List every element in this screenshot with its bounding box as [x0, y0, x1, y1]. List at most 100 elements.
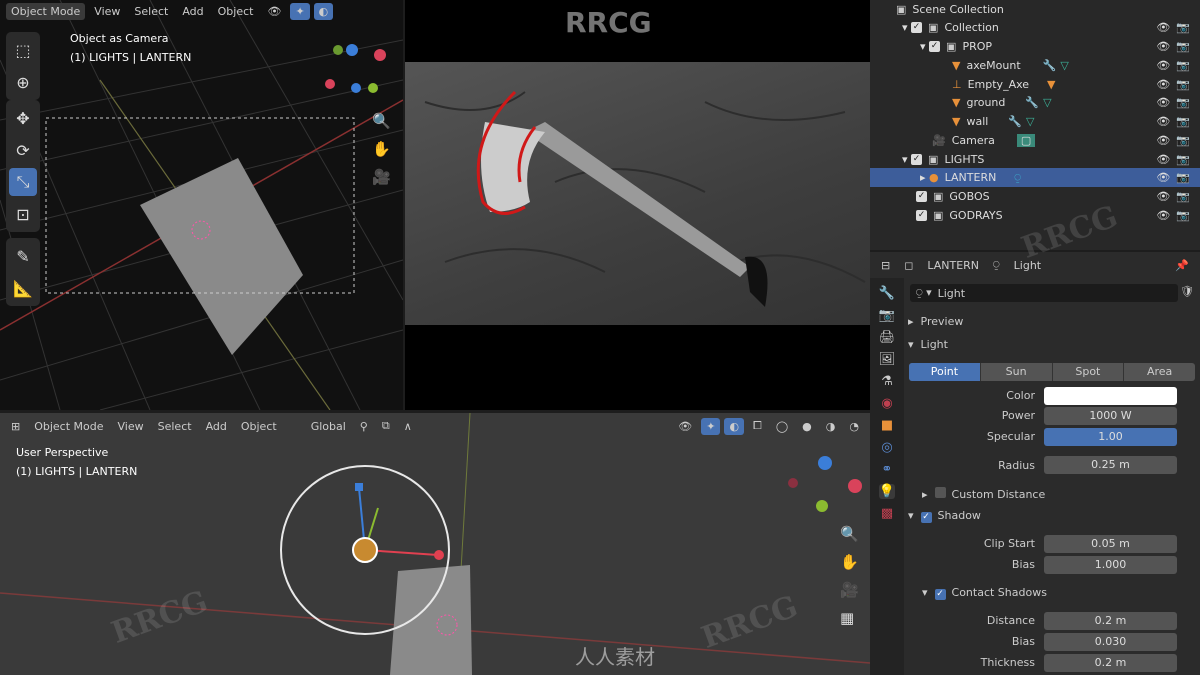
- menu-view[interactable]: View: [113, 418, 149, 435]
- measure-icon[interactable]: 📐: [9, 274, 37, 302]
- radius-field[interactable]: 0.25 m: [1044, 456, 1177, 474]
- mode-select[interactable]: Object Mode: [6, 2, 86, 20]
- clip-start-field[interactable]: 0.05 m: [1044, 535, 1177, 553]
- outliner-row-camera[interactable]: 🎥 Camera ▢ 👁 📷: [870, 131, 1200, 150]
- shading-solid-icon[interactable]: ●: [797, 418, 817, 435]
- ortho-grid-icon[interactable]: ▦: [840, 609, 859, 627]
- texture-tab-icon[interactable]: ▩: [881, 506, 893, 521]
- mode-select[interactable]: Object Mode: [29, 417, 109, 435]
- checkbox[interactable]: ✓: [934, 589, 946, 600]
- checkbox[interactable]: ✓: [929, 41, 941, 52]
- editor-type-icon[interactable]: ⊟: [876, 257, 895, 274]
- thickness-field[interactable]: 0.2 m: [1044, 654, 1177, 672]
- scene-tab-icon[interactable]: ⚗: [881, 374, 893, 389]
- outliner-row-empty-axe[interactable]: ⊥ Empty_Axe ▼ 👁 📷: [870, 75, 1200, 94]
- physics-tab-icon[interactable]: ◎: [881, 440, 892, 455]
- camera-view-icon[interactable]: 🎥: [840, 581, 859, 599]
- outliner-row-lights[interactable]: ▾ ✓ ▣ LIGHTS 👁 📷: [870, 150, 1200, 169]
- transform-icon[interactable]: ⊡: [9, 200, 37, 228]
- gizmo-toggle-icon[interactable]: ✦: [290, 2, 310, 20]
- custom-distance-panel[interactable]: ▸ Custom Distance: [922, 487, 1045, 501]
- menu-select[interactable]: Select: [129, 3, 173, 20]
- contact-shadows-panel[interactable]: ▾ ✓ Contact Shadows: [922, 586, 1047, 600]
- power-field[interactable]: 1000 W: [1044, 407, 1177, 425]
- outliner[interactable]: ▣ Scene Collection ▾ ✓ ▣ Collection 👁 📷 ▾ ✓ ▣ P…: [870, 0, 1200, 250]
- scale-icon[interactable]: ⤡: [9, 168, 37, 196]
- outliner-row-wall[interactable]: ▼ wall 🔧 ▽ 👁 📷: [870, 112, 1200, 131]
- visibility-icon[interactable]: 👁: [673, 418, 697, 435]
- checkbox[interactable]: [934, 487, 946, 498]
- rotate-icon[interactable]: ⟳: [9, 136, 37, 164]
- pan-hand-icon[interactable]: ✋: [840, 553, 859, 571]
- move-icon[interactable]: ✥: [9, 104, 37, 132]
- toolbar: ⬚ ⊕: [6, 32, 40, 100]
- constraints-tab-icon[interactable]: ⚭: [882, 462, 893, 477]
- cursor-icon[interactable]: ⊕: [9, 68, 37, 96]
- checkbox[interactable]: ✓: [911, 22, 923, 33]
- type-spot[interactable]: Spot: [1051, 363, 1124, 381]
- menu-add[interactable]: Add: [201, 418, 232, 435]
- select-box-icon[interactable]: ⬚: [9, 36, 37, 64]
- xray-icon[interactable]: ⧠: [748, 417, 767, 435]
- type-area[interactable]: Area: [1123, 363, 1195, 381]
- world-tab-icon[interactable]: ◉: [881, 396, 892, 411]
- type-point[interactable]: Point: [909, 363, 980, 381]
- checkbox[interactable]: ✓: [916, 210, 927, 221]
- camera-view-icon[interactable]: 🎥: [372, 168, 391, 186]
- annotate-icon[interactable]: ✎: [9, 242, 37, 270]
- render-viewport[interactable]: RRCG: [405, 0, 870, 410]
- menu-view[interactable]: View: [89, 3, 125, 20]
- camera-icon: 📷: [1176, 21, 1190, 34]
- preview-panel[interactable]: ▸ Preview: [908, 315, 963, 328]
- render-tab-icon[interactable]: 📷: [879, 308, 895, 323]
- checkbox[interactable]: ✓: [920, 512, 932, 523]
- editor-type-icon[interactable]: ⊞: [6, 418, 25, 435]
- menu-object[interactable]: Object: [236, 418, 282, 435]
- outliner-row-axemount[interactable]: ▼ axeMount 🔧 ▽ 👁 📷: [870, 56, 1200, 75]
- bias-field[interactable]: 1.000: [1044, 556, 1177, 574]
- outliner-row-lantern[interactable]: ▸ ● LANTERN ⍜ 👁 📷: [870, 168, 1200, 187]
- outliner-row-prop[interactable]: ▾ ✓ ▣ PROP 👁 📷: [870, 37, 1200, 56]
- outliner-row-collection[interactable]: ▾ ✓ ▣ Collection 👁 📷: [870, 18, 1200, 37]
- pin-icon[interactable]: 📌: [1170, 257, 1194, 274]
- output-tab-icon[interactable]: 🖨: [879, 330, 896, 345]
- specular-slider[interactable]: 1.00: [1044, 428, 1177, 446]
- proportional-icon[interactable]: ∧: [399, 418, 417, 435]
- distance-field[interactable]: 0.2 m: [1044, 612, 1177, 630]
- contact-bias-field[interactable]: 0.030: [1044, 633, 1177, 651]
- light-data-tab-icon[interactable]: 💡: [878, 484, 896, 499]
- pivot-icon[interactable]: ⚲: [355, 418, 373, 435]
- shading-rendered-icon[interactable]: ◔: [844, 418, 864, 435]
- view-layer-tab-icon[interactable]: 🖼: [879, 352, 896, 367]
- gizmo-toggle-icon[interactable]: ✦: [701, 417, 721, 435]
- shading-wireframe-icon[interactable]: ◯: [771, 418, 793, 435]
- outliner-row-ground[interactable]: ▼ ground 🔧 ▽ 👁 📷: [870, 93, 1200, 112]
- overlay-toggle-icon[interactable]: ◐: [724, 417, 745, 435]
- shadow-panel[interactable]: ▾ ✓ Shadow: [908, 509, 981, 523]
- checkbox[interactable]: ✓: [916, 191, 927, 202]
- outliner-row-godrays[interactable]: ✓ ▣ GODRAYS 👁 📷: [870, 206, 1200, 225]
- tool-tab-icon[interactable]: 🔧: [879, 286, 895, 301]
- menu-add[interactable]: Add: [177, 3, 208, 20]
- outliner-row-gobos[interactable]: ✓ ▣ GOBOS 👁 📷: [870, 187, 1200, 206]
- menu-select[interactable]: Select: [153, 418, 197, 435]
- zoom-icon[interactable]: 🔍: [840, 525, 859, 543]
- fake-user-shield-icon[interactable]: 🛡: [1180, 285, 1194, 298]
- datablock-field[interactable]: ⍜ ▾ Light: [910, 284, 1178, 302]
- color-swatch[interactable]: [1044, 387, 1177, 405]
- type-sun[interactable]: Sun: [979, 363, 1052, 381]
- snap-icon[interactable]: ⧉: [377, 417, 395, 435]
- camera-viewport[interactable]: Object Mode View Select Add Object 👁 ✦ ◐…: [0, 0, 403, 410]
- shading-material-icon[interactable]: ◑: [821, 418, 841, 435]
- light-panel[interactable]: ▾ Light: [908, 338, 948, 351]
- properties-editor[interactable]: ⊟ ◻ LANTERN ⍜ Light 📌 🔧 📷 🖨 🖼 ⚗ ◉ ■ ◎ ⚭ 💡 …: [870, 252, 1200, 675]
- zoom-icon[interactable]: 🔍: [372, 112, 391, 130]
- visibility-icon[interactable]: 👁: [262, 3, 286, 20]
- object-tab-icon[interactable]: ■: [881, 418, 893, 433]
- menu-object[interactable]: Object: [213, 3, 259, 20]
- eye-icon: 👁: [1156, 59, 1171, 72]
- orientation-select[interactable]: Global: [306, 418, 351, 435]
- pan-hand-icon[interactable]: ✋: [372, 140, 391, 158]
- overlay-toggle-icon[interactable]: ◐: [313, 2, 334, 20]
- checkbox[interactable]: ✓: [911, 154, 923, 165]
